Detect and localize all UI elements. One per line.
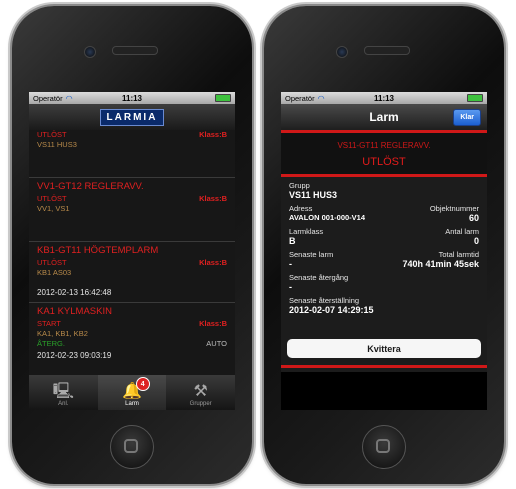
total-time-value: 740h 41min 45sek [402,259,479,269]
alarm-class: Klass:B [199,130,227,139]
list-item[interactable]: KB1-GT11 HÖGTEMPLARM UTLÖST Klass:B KB1 A… [29,242,235,303]
last-return-value: - [289,282,292,292]
phone-right: Operatör ◠ 11:13 Larm Klar VS11-GT11 REG… [264,6,504,484]
alarm-class: Klass:B [199,194,227,203]
alarm-header: VS11-GT11 REGLERAVV. UTLÖST [281,133,487,174]
status-time: 11:13 [373,93,395,103]
alarm-object-name: VS11-GT11 REGLERAVV. [337,141,431,150]
home-button[interactable] [110,425,154,469]
speaker-grille [364,46,410,55]
larmia-logo: LARMIA [99,108,165,126]
list-item[interactable]: KA1 KYLMASKIN START Klass:B KA1, KB1, KB2… [29,303,235,365]
speaker-grille [112,46,158,55]
status-bar: Operatör ◠ 11:13 [281,92,487,104]
status-bar: Operatör ◠ 11:13 [29,92,235,104]
alarm-auto: AUTO [206,339,227,348]
alarm-date: 2012-02-13 16:42:48 [37,288,112,297]
computer-icon: 🖳 [52,383,75,400]
alarm-state: UTLÖST [37,194,67,203]
total-time-label: Total larmtid [438,250,479,259]
alarm-state: UTLÖST [362,156,406,168]
alarm-objects: KB1 AS03 [37,268,72,277]
alarm-title: KA1 KYLMASKIN [37,306,112,317]
class-value: B [289,236,296,246]
alarm-title: VV1-GT12 REGLERAVV. [37,181,144,192]
logo-bar: LARMIA [29,104,235,130]
page-title: Larm [369,110,399,124]
alarm-list[interactable]: UTLÖST Klass:B VS11 HUS3 VV1-GT12 REGLERA… [29,130,235,375]
status-time: 11:13 [121,93,143,103]
last-alarm-label: Senaste larm [289,250,334,259]
alarm-details: Grupp VS11 HUS3 Adress AVALON 001-000-V14 … [281,177,487,372]
list-item[interactable]: VV1-GT12 REGLERAVV. UTLÖST Klass:B VV1, V… [29,178,235,242]
tab-anl[interactable]: 🖳 Anl. [29,375,98,410]
camera-icon [336,46,348,58]
tab-larm[interactable]: 🔔 4 Larm [97,375,167,410]
camera-icon [84,46,96,58]
divider [281,365,487,368]
tab-label: Larm [125,401,139,407]
objnum-label: Objektnummer [429,204,479,213]
alarm-class: Klass:B [199,258,227,267]
phone-left: Operatör ◠ 11:13 LARMIA UTLÖST Klass:B VS… [12,6,252,484]
alarm-objects: KA1, KB1, KB2 [37,329,88,338]
last-reset-label: Senaste återställning [289,296,360,305]
list-item[interactable]: UTLÖST Klass:B VS11 HUS3 [29,130,235,178]
screen-right: Operatör ◠ 11:13 Larm Klar VS11-GT11 REG… [281,92,487,410]
tab-grupper[interactable]: ⚒ Grupper [166,375,235,410]
last-return-label: Senaste återgång [289,273,349,282]
alarm-state: UTLÖST [37,258,67,267]
group-value: VS11 HUS3 [289,190,338,200]
alarm-date: 2012-02-23 09:03:19 [37,351,112,360]
count-label: Antal larm [445,227,479,236]
nav-bar: Larm Klar [281,104,487,130]
tab-bar: 🖳 Anl. 🔔 4 Larm ⚒ Grupper [29,375,235,410]
address-value: AVALON 001-000-V14 [289,213,366,222]
alarm-state: UTLÖST [37,130,67,139]
screen-left: Operatör ◠ 11:13 LARMIA UTLÖST Klass:B VS… [29,92,235,410]
alarm-objects: VV1, VS1 [37,204,70,213]
address-label: Adress [289,204,313,213]
class-label: Larmklass [289,227,324,236]
alarm-title: KB1-GT11 HÖGTEMPLARM [37,245,159,256]
alarm-return-state: ÅTERG. [37,339,65,348]
home-button[interactable] [362,425,406,469]
count-value: 0 [473,236,479,246]
alarm-state: START [37,319,61,328]
tools-icon: ⚒ [193,383,208,400]
alarm-class: Klass:B [199,319,227,328]
last-alarm-value: - [289,259,292,269]
alarm-count-badge: 4 [135,377,150,391]
done-button[interactable]: Klar [453,109,481,126]
acknowledge-button[interactable]: Kvittera [287,339,481,358]
tab-label: Anl. [58,401,69,407]
tab-label: Grupper [189,401,212,407]
group-label: Grupp [289,181,310,190]
alarm-objects: VS11 HUS3 [37,140,77,149]
objnum-value: 60 [468,213,479,223]
last-reset-value: 2012-02-07 14:29:15 [289,305,374,315]
